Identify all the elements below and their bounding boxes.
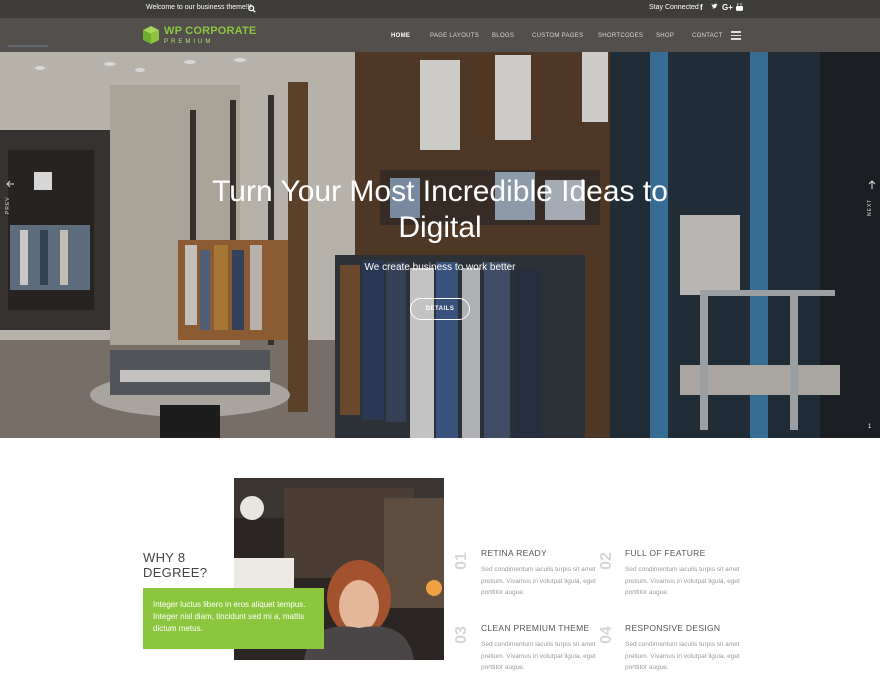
nav-custom-pages[interactable]: CUSTOM PAGES — [532, 33, 583, 39]
nav-shortcodes[interactable]: SHORTCODES — [598, 33, 643, 39]
hero-subtitle: We create business to work better — [364, 262, 516, 273]
youtube-icon[interactable] — [736, 3, 743, 14]
nav-indicator — [8, 45, 48, 47]
about-text-box: Integer luctus libero in eros aliquet te… — [143, 588, 324, 649]
slide-number: 1 — [868, 424, 872, 430]
facebook-icon[interactable]: f — [700, 3, 703, 13]
feature-title: FULL OF FEATURE — [625, 548, 706, 558]
google-plus-icon[interactable]: G+ — [722, 3, 733, 13]
feature-text: Sed condimentum iaculis turpis sit amet … — [625, 566, 740, 596]
site-logo[interactable]: WP CORPORATE PREMIUM — [142, 22, 256, 48]
prev-label: PREV — [5, 196, 11, 214]
feature-text: Sed condimentum iaculis turpis sit amet … — [481, 566, 596, 596]
logo-title: WP CORPORATE — [164, 24, 257, 37]
nav-blogs[interactable]: BLOGS — [492, 33, 514, 39]
about-text: Integer luctus libero in eros aliquet te… — [153, 600, 306, 633]
section-title: WHY 8 DEGREE? — [143, 550, 208, 580]
search-icon[interactable] — [244, 1, 260, 17]
arrow-up-icon — [868, 180, 876, 189]
feature-number: 01 — [453, 552, 470, 570]
nav-page-layouts[interactable]: PAGE LAYOUTS — [430, 33, 479, 39]
logo-cube-icon — [143, 26, 159, 44]
feature-title: CLEAN PREMIUM THEME — [481, 623, 590, 633]
hamburger-menu-icon[interactable] — [731, 31, 741, 40]
feature-number: 04 — [598, 626, 615, 644]
welcome-text: Welcome to our business theme!!! — [146, 4, 252, 11]
feature-text: Sed condimentum iaculis turpis sit amet … — [481, 641, 596, 671]
prev-slide-button[interactable]: PREV — [4, 180, 16, 230]
feature-text: Sed condimentum iaculis turpis sit amet … — [625, 641, 740, 671]
next-label: NEXT — [867, 198, 873, 216]
nav-shop[interactable]: SHOP — [656, 33, 674, 39]
stay-connected-label: Stay Connected — [649, 4, 699, 11]
top-bar: Welcome to our business theme!!! Stay Co… — [0, 0, 880, 18]
feature-number: 03 — [453, 626, 470, 644]
next-slide-button[interactable]: NEXT — [866, 180, 878, 230]
details-button[interactable]: DETAILS — [410, 298, 470, 320]
arrow-left-icon — [6, 180, 14, 188]
twitter-icon[interactable] — [711, 3, 718, 13]
nav-contact[interactable]: CONTACT — [692, 33, 723, 39]
hero-title: Turn Your Most Incredible Ideas to Digit… — [212, 175, 668, 244]
nav-home[interactable]: HOME — [391, 33, 410, 39]
feature-number: 02 — [598, 552, 615, 570]
feature-title: RESPONSIVE DESIGN — [625, 623, 721, 633]
feature-title: RETINA READY — [481, 548, 547, 558]
logo-subtitle: PREMIUM — [164, 38, 214, 45]
